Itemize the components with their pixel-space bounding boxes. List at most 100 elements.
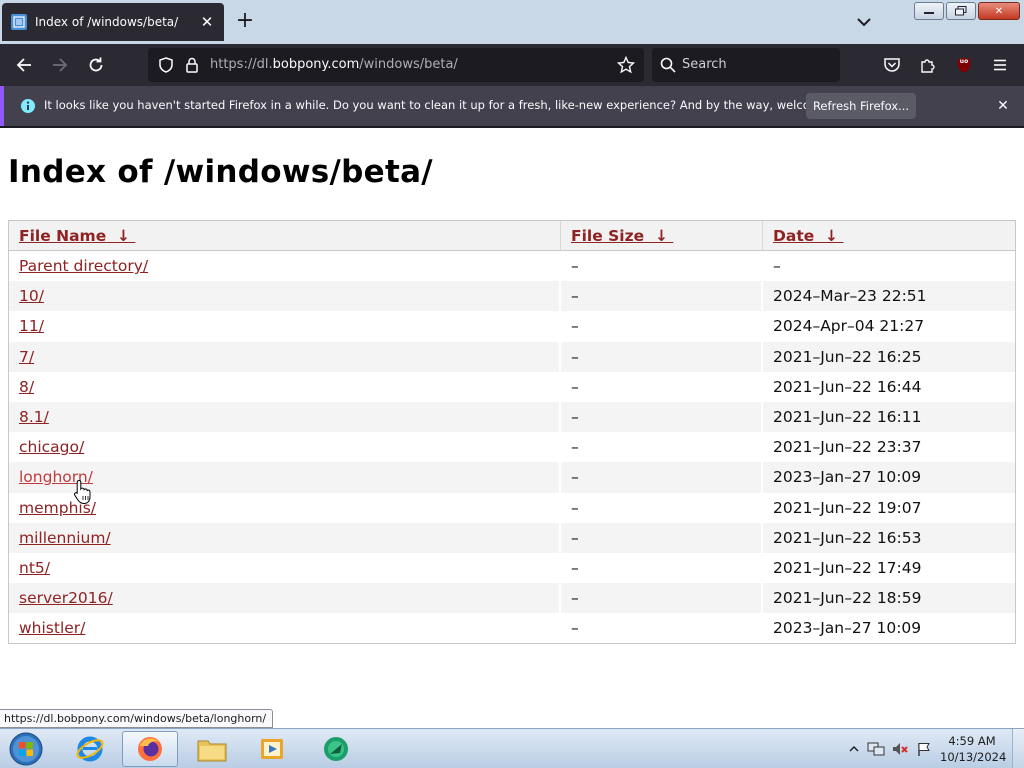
- page-title: Index of /windows/beta/: [8, 154, 433, 190]
- media-player-taskbar-icon[interactable]: [244, 731, 300, 767]
- lock-icon[interactable]: [180, 53, 204, 77]
- date-cell: 2021–Jun–22 17:49: [773, 558, 922, 577]
- address-bar[interactable]: https://dl.bobpony.com/windows/beta/: [148, 48, 644, 82]
- refresh-firefox-button[interactable]: Refresh Firefox...: [806, 93, 916, 119]
- directory-link[interactable]: Parent directory/: [19, 257, 148, 275]
- sort-by-size-link[interactable]: File Size ↓: [571, 227, 673, 245]
- date-cell: 2024–Apr–04 21:27: [773, 317, 925, 336]
- directory-link[interactable]: chicago/: [19, 438, 84, 456]
- network-icon[interactable]: [864, 737, 888, 761]
- directory-link[interactable]: 7/: [19, 348, 34, 366]
- url-host: bobpony.com: [272, 57, 360, 72]
- file-size-cell: –: [561, 613, 763, 644]
- directory-link[interactable]: 8/: [19, 378, 34, 396]
- reload-icon[interactable]: [84, 53, 108, 77]
- date-cell: 2021–Jun–22 16:44: [773, 377, 922, 396]
- clock-time: 4:59 AM: [948, 734, 996, 748]
- bookmark-star-icon[interactable]: [614, 53, 638, 77]
- date-header-label: Date: [773, 226, 815, 245]
- show-desktop-button[interactable]: [1012, 729, 1024, 768]
- date-cell: 2023–Jan–27 10:09: [763, 462, 1015, 493]
- extensions-puzzle-icon[interactable]: [916, 53, 940, 77]
- tab-active[interactable]: Index of /windows/beta/ ✕: [2, 3, 224, 41]
- start-button[interactable]: [6, 731, 46, 767]
- file-size-cell: –: [561, 281, 763, 312]
- directory-link[interactable]: nt5/: [19, 559, 50, 577]
- notification-close-icon[interactable]: ✕: [992, 95, 1014, 117]
- file-size-cell: –: [561, 251, 763, 282]
- directory-link[interactable]: millennium/: [19, 529, 111, 547]
- system-clock[interactable]: 4:59 AM 10/13/2024: [940, 733, 1007, 765]
- file-explorer-taskbar-icon[interactable]: [184, 731, 240, 767]
- date-cell: 2023–Jan–27 10:09: [773, 619, 922, 638]
- table-row: 8.1/ – 2021–Jun–22 16:11: [9, 401, 1015, 433]
- firefox-taskbar-icon[interactable]: [122, 731, 178, 767]
- action-center-flag-icon[interactable]: [912, 737, 936, 761]
- list-all-tabs-icon[interactable]: [852, 10, 876, 34]
- directory-link[interactable]: 8.1/: [19, 408, 49, 426]
- sort-by-name-link[interactable]: File Name ↓: [19, 227, 135, 245]
- show-hidden-icons-chevron-icon[interactable]: [842, 737, 866, 761]
- file-size-cell: –: [561, 401, 763, 433]
- date-cell: 2021–Jun–22 18:59: [763, 583, 1015, 614]
- sort-by-date-link[interactable]: Date ↓: [773, 227, 843, 245]
- green-app-taskbar-icon[interactable]: [308, 731, 364, 767]
- sort-arrow-icon: ↓: [654, 226, 668, 245]
- close-window-button[interactable]: ✕: [978, 2, 1020, 20]
- file-size-cell: –: [561, 492, 763, 523]
- table-row: whistler/ – 2023–Jan–27 10:09: [9, 613, 1015, 644]
- file-size-cell: –: [561, 552, 763, 584]
- date-cell: 2021–Jun–22 23:37: [773, 438, 922, 457]
- windows-taskbar: 4:59 AM 10/13/2024: [0, 728, 1024, 768]
- table-row: 10/ – 2024–Mar–23 22:51: [9, 281, 1015, 312]
- date-cell: 2021–Jun–22 19:07: [773, 498, 922, 517]
- internet-explorer-taskbar-icon[interactable]: [62, 731, 118, 767]
- volume-muted-icon[interactable]: [888, 737, 912, 761]
- file-size-cell: –: [561, 371, 763, 402]
- tab-close-icon[interactable]: ✕: [196, 13, 218, 31]
- file-size-cell: –: [561, 583, 763, 614]
- app-menu-hamburger-icon[interactable]: [988, 53, 1012, 77]
- ublock-origin-icon[interactable]: uo: [952, 53, 976, 77]
- url-path: /windows/beta/: [359, 57, 458, 72]
- directory-link[interactable]: 10/: [19, 287, 44, 305]
- url-text[interactable]: https://dl.bobpony.com/windows/beta/: [210, 57, 458, 72]
- directory-link[interactable]: server2016/: [19, 589, 113, 607]
- column-header-date: Date ↓: [763, 221, 1015, 251]
- date-cell: 2021–Jun–22 16:53: [763, 522, 1015, 553]
- tracking-protection-shield-icon[interactable]: [154, 53, 178, 77]
- file-size-cell: –: [561, 522, 763, 553]
- new-tab-button[interactable]: +: [232, 8, 258, 34]
- restore-button[interactable]: [946, 2, 976, 20]
- date-cell: 2021–Jun–22 16:25: [763, 341, 1015, 372]
- minimize-button[interactable]: [914, 2, 944, 20]
- file-name-header-label: File Name: [19, 226, 107, 245]
- notification-message: It looks like you haven't started Firefo…: [44, 98, 864, 112]
- page-favicon-icon: [11, 14, 27, 30]
- date-cell: 2024–Mar–23 22:51: [763, 281, 1015, 312]
- back-arrow-icon[interactable]: [12, 53, 36, 77]
- table-row: nt5/ – 2021–Jun–22 17:49: [9, 552, 1015, 584]
- directory-link[interactable]: 11/: [19, 317, 44, 335]
- file-size-header-label: File Size: [571, 226, 645, 245]
- tab-strip: Index of /windows/beta/ ✕ + ✕: [0, 0, 1024, 44]
- pocket-icon[interactable]: [880, 53, 904, 77]
- forward-arrow-icon[interactable]: [48, 53, 72, 77]
- table-header-row: File Name ↓ File Size ↓ Date ↓: [9, 221, 1015, 251]
- navigation-toolbar: https://dl.bobpony.com/windows/beta/ Sea…: [0, 44, 1024, 86]
- page-content: Index of /windows/beta/ File Name ↓ File…: [0, 128, 1024, 728]
- table-row: memphis/ – 2021–Jun–22 19:07: [9, 492, 1015, 523]
- window-controls: ✕: [914, 2, 1020, 20]
- table-row: chicago/ – 2021–Jun–22 23:37: [9, 432, 1015, 463]
- clock-date: 10/13/2024: [940, 750, 1007, 764]
- file-size-cell: –: [561, 432, 763, 463]
- date-cell: –: [773, 257, 781, 276]
- directory-link[interactable]: whistler/: [19, 619, 85, 637]
- search-bar[interactable]: Search: [652, 48, 840, 82]
- info-icon: [16, 94, 40, 118]
- table-row: 7/ – 2021–Jun–22 16:25: [9, 341, 1015, 372]
- file-size-cell: –: [561, 462, 763, 493]
- search-placeholder: Search: [682, 57, 727, 72]
- sort-arrow-icon: ↓: [117, 226, 131, 245]
- link-status-bar: https://dl.bobpony.com/windows/beta/long…: [0, 709, 274, 728]
